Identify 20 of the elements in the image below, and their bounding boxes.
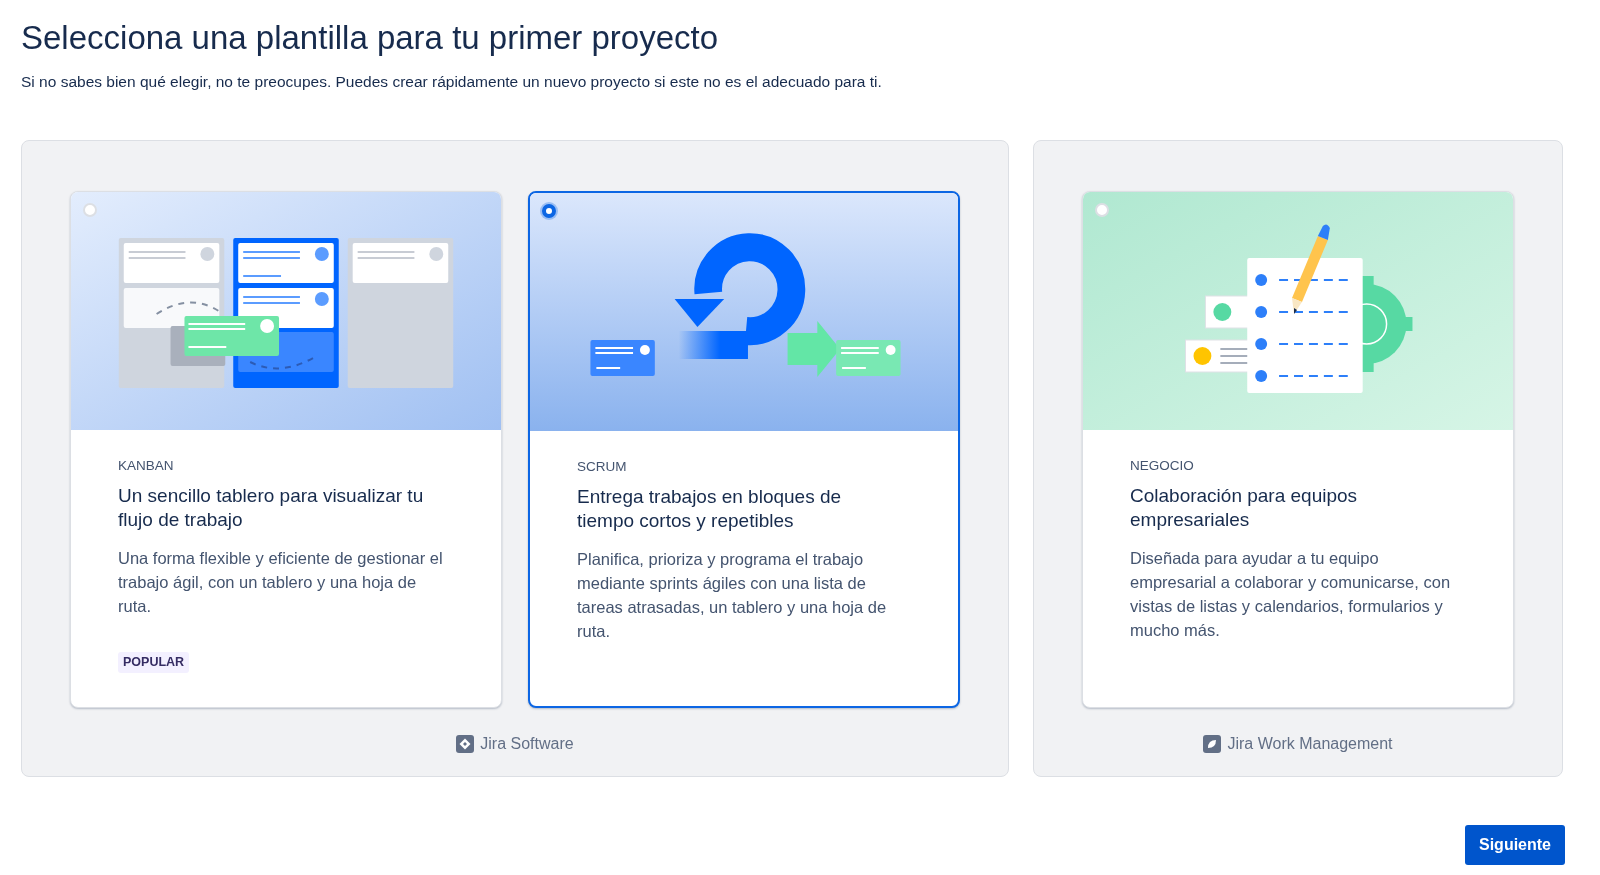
template-card[interactable]: KANBAN Un sencillo tablero para visualizar tu flujo de trabajo Una forma flexible y eficiente de gestionar el trabajo ágil, con un tablero y una hoja de ruta. POPULAR <box>70 190 502 708</box>
product-name: Jira Work Management <box>1227 733 1393 754</box>
template-heading: Un sencillo tablero para visualizar tu flujo de trabajo <box>118 484 425 533</box>
template-description: Una forma flexible y eficiente de gestionar el trabajo ágil, con un tablero y una hoja de ruta. <box>118 548 444 618</box>
product-logo-icon <box>456 734 475 753</box>
popular-tag: POPULAR <box>118 652 190 673</box>
page-title: Selecciona una plantilla para tu primer proyecto <box>21 18 720 58</box>
template-heading: Entrega trabajos en bloques de tiempo cortos y repetibles <box>577 485 843 534</box>
product-name: Jira Software <box>480 733 574 754</box>
template-heading: Colaboración para equipos empresariales <box>1130 484 1359 533</box>
template-card[interactable]: NEGOCIO Colaboración para equipos empresariales Diseñada para ayudar a tu equipo empresarial a colaborar y comunicarse, con vistas de listas y calendarios, formularios y mucho más. <box>1082 190 1514 708</box>
page-subtitle: Si no sabes bien qué elegir, no te preocupes. Puedes crear rápidamente un nuevo proyecto si este no es el adecuado para ti. <box>21 71 883 92</box>
template-description: Planifica, prioriza y programa el trabajo mediante sprints ágiles con una lista de tareas atrasadas, un tablero y una hoja de ruta. <box>577 549 888 643</box>
template-category: SCRUM <box>577 457 628 476</box>
template-category: KANBAN <box>118 456 175 475</box>
template-category: NEGOCIO <box>1130 456 1195 475</box>
template-card[interactable]: SCRUM Entrega trabajos en bloques de tiempo cortos y repetibles Planifica, prioriza y programa el trabajo mediante sprints ágiles con una lista de tareas atrasadas, un tablero y una hoja de ruta. <box>528 190 960 708</box>
template-description: Diseñada para ayudar a tu equipo empresarial a colaborar y comunicarse, con vistas de listas y calendarios, formularios y mucho más. <box>1130 548 1452 642</box>
product-logo-icon <box>1203 734 1222 753</box>
next-button[interactable]: Siguiente <box>1465 824 1565 865</box>
